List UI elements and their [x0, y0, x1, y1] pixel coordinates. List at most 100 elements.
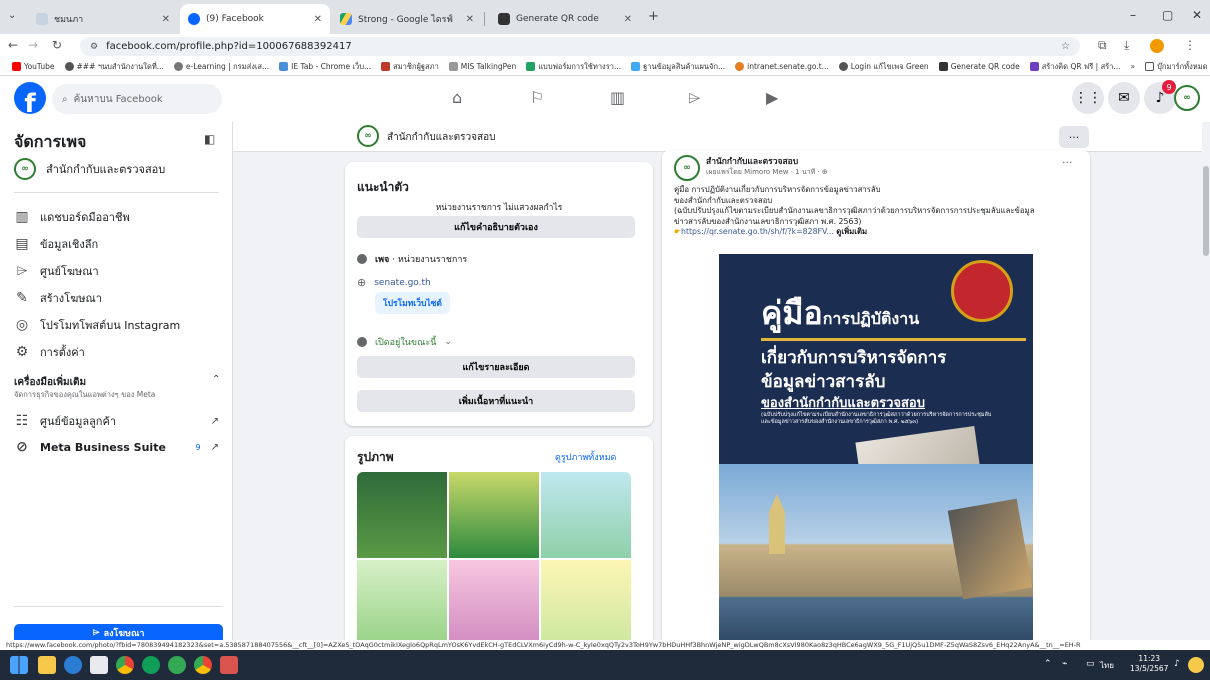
new-tab-button[interactable]: + — [648, 9, 659, 24]
sidebar-item-settings[interactable]: ⚙ การตั้งค่า — [14, 343, 219, 361]
page-scrollbar[interactable] — [1202, 122, 1210, 640]
edit-details-button[interactable]: แก้ไขรายละเอียด — [357, 356, 635, 378]
chrome-profile-icon[interactable] — [168, 656, 186, 674]
chrome-icon[interactable] — [116, 656, 134, 674]
sidebar-tool-meta-business-suite[interactable]: ⊘ Meta Business Suite 9 ↗ — [14, 439, 219, 455]
clock[interactable]: 11:23 13/5/2567 — [1130, 654, 1168, 674]
window-close-icon[interactable]: ✕ — [1192, 8, 1202, 22]
bookmark-item[interactable]: IE Tab - Chrome เว็บ... — [279, 61, 371, 73]
sidebar-item-create-ad[interactable]: ✎ สร้างโฆษณา — [14, 289, 219, 307]
bookmark-item[interactable]: แบบฟอร์มการใช้ทางรา... — [526, 61, 621, 73]
facebook-search[interactable]: ⌕ ค้นหาบน Facebook — [52, 84, 222, 114]
add-featured-button[interactable]: เพิ่มเนื้อหาที่แนะนำ — [357, 390, 635, 412]
bookmark-item[interactable]: intranet.senate.go.t... — [735, 62, 829, 71]
close-icon[interactable]: ✕ — [624, 14, 632, 25]
sidebar-item-ad-center[interactable]: ⌲ ศูนย์โฆษณา — [14, 262, 219, 280]
megaphone-icon[interactable]: ⌲ — [688, 88, 700, 108]
notification-tray-icon[interactable]: ♪ — [1174, 659, 1180, 669]
tab-search-icon[interactable]: ⌄ — [8, 10, 16, 21]
bookmark-item[interactable]: ### ฯนบสำนักงานใดที่... — [64, 61, 164, 73]
edge-icon[interactable] — [64, 656, 82, 674]
home-icon[interactable]: ⌂ — [452, 88, 462, 107]
photo-thumbnail[interactable] — [449, 560, 539, 640]
chevron-up-icon[interactable]: ⌃ — [212, 374, 220, 385]
photo-thumbnail[interactable] — [541, 560, 631, 640]
promote-website-button[interactable]: โปรโมทเว็บไซต์ — [375, 292, 450, 314]
site-info-icon[interactable]: ⚙ — [90, 42, 98, 52]
facebook-logo[interactable]: f — [14, 82, 46, 114]
page-name[interactable]: สำนักกำกับและตรวจสอบ — [387, 130, 495, 145]
windows-start-icon[interactable] — [10, 656, 28, 674]
bookmarks-overflow[interactable]: » — [1131, 62, 1136, 71]
pdf-icon[interactable] — [220, 656, 238, 674]
sidebar-item-instagram[interactable]: ◎ โปรโมทโพสต์บน Instagram — [14, 316, 219, 334]
bookmark-item[interactable]: MIS TalkingPen — [448, 62, 516, 71]
sidebar-item-insights[interactable]: ▤ ข้อมูลเชิงลึก — [14, 235, 219, 253]
photo-thumbnail[interactable] — [541, 472, 631, 558]
close-icon[interactable]: ✕ — [466, 14, 474, 25]
input-language[interactable]: ไทย — [1100, 659, 1114, 672]
flag-icon[interactable]: ⚐ — [530, 88, 544, 107]
photo-thumbnail[interactable] — [449, 472, 539, 558]
sidebar-item-dashboard[interactable]: ▥ แดชบอร์ดมืออาชีพ — [14, 208, 219, 226]
all-bookmarks[interactable]: บุ๊กมาร์กทั้งหมด — [1145, 61, 1210, 73]
user-app-icon[interactable] — [1188, 657, 1204, 673]
post-author-name[interactable]: สำนักกำกับและตรวจสอบ — [706, 154, 798, 168]
hours-row[interactable]: เปิดอยู่ในขณะนี้ ⌄ — [357, 335, 452, 349]
see-all-photos-link[interactable]: ดูรูปภาพทั้งหมด — [555, 450, 616, 464]
account-avatar[interactable]: ∞ — [1174, 85, 1200, 111]
see-more-link[interactable]: ดูเพิ่มเติม — [836, 227, 867, 236]
search-icon: ⌕ — [62, 93, 68, 105]
line-icon[interactable] — [142, 656, 160, 674]
extensions-icon[interactable]: ⧉ — [1098, 38, 1107, 53]
bookmark-item[interactable]: e-Learning | กรมส่งเส... — [173, 61, 269, 73]
store-icon[interactable] — [90, 656, 108, 674]
address-bar[interactable]: ⚙ facebook.com/profile.php?id=1000676883… — [80, 37, 1080, 56]
page-more-button[interactable]: ··· — [1059, 126, 1089, 148]
tab-facebook[interactable]: (9) Facebook ✕ — [180, 4, 330, 34]
tray-chevron-icon[interactable]: ⌃ — [1044, 659, 1052, 669]
profile-avatar[interactable] — [1150, 39, 1164, 53]
bookmark-item[interactable]: ฐานข้อมูลสินค้าแผนจัก... — [631, 61, 725, 73]
restore-icon[interactable]: ▢ — [1162, 8, 1173, 22]
close-icon[interactable]: ✕ — [314, 14, 322, 25]
sidebar-page-switcher[interactable]: ∞ สำนักกำกับและตรวจสอบ — [14, 158, 219, 180]
minimize-icon[interactable]: – — [1130, 8, 1136, 22]
file-explorer-icon[interactable] — [38, 656, 56, 674]
display-icon[interactable]: ▭ — [1086, 659, 1095, 669]
bookmark-item[interactable]: Generate QR code — [938, 62, 1020, 71]
tab-chomnapa[interactable]: ชมนภา ✕ — [28, 4, 178, 34]
messenger-button[interactable]: ✉ — [1108, 82, 1140, 114]
collapse-sidebar-icon[interactable]: ◧ — [204, 132, 215, 146]
photo-thumbnail[interactable] — [357, 472, 447, 558]
close-icon[interactable]: ✕ — [162, 14, 170, 25]
forward-icon[interactable]: → — [28, 38, 38, 52]
post-more-button[interactable]: ··· — [1062, 156, 1073, 169]
insights-icon[interactable]: ▥ — [610, 88, 625, 107]
tab-label: Generate QR code — [516, 14, 599, 24]
bookmark-item[interactable]: สมาชิกผู้ฐสภา — [381, 61, 439, 73]
status-bar-url: https://www.facebook.com/photo/?fbid=780… — [0, 640, 1210, 650]
menu-kebab-icon[interactable]: ⋮ — [1184, 38, 1196, 52]
photo-thumbnail[interactable] — [357, 560, 447, 640]
scrollbar-thumb[interactable] — [1203, 166, 1209, 256]
back-icon[interactable]: ← — [8, 38, 18, 52]
post-image[interactable]: คู่มือการปฏิบัติงาน เกี่ยวกับการบริหารจั… — [719, 254, 1033, 640]
tab-google-drive[interactable]: Strong - Google ไดรฟ์ ✕ — [332, 4, 482, 34]
download-icon[interactable]: ⤓ — [1124, 38, 1129, 53]
edit-bio-button[interactable]: แก้ไขคำอธิบายตัวเอง — [357, 216, 635, 238]
chrome-icon[interactable] — [194, 656, 212, 674]
post-link[interactable]: https://qr.senate.go.th/sh/f/?k=828FV... — [681, 227, 834, 236]
bookmark-youtube[interactable]: YouTube — [12, 62, 55, 71]
bookmark-star-icon[interactable]: ☆ — [1061, 41, 1070, 52]
tab-qr-generator[interactable]: Generate QR code ✕ — [490, 4, 640, 34]
sidebar-tool-customer-center[interactable]: ☷ ศูนย์ข้อมูลลูกค้า ↗ — [14, 412, 219, 430]
bookmark-item[interactable]: Login แก้ไขเพจ Green — [838, 61, 929, 73]
video-icon[interactable]: ▶ — [766, 88, 778, 107]
post-author-avatar[interactable]: ∞ — [674, 155, 700, 181]
bookmark-item[interactable]: สร้างคิด QR ฟรี | สร้า... — [1029, 61, 1121, 73]
reload-icon[interactable]: ↻ — [52, 38, 62, 52]
menu-grid-button[interactable]: ⋮⋮ — [1072, 82, 1104, 114]
network-icon[interactable]: ⌁ — [1062, 659, 1067, 669]
website-link[interactable]: senate.go.th — [374, 278, 431, 288]
